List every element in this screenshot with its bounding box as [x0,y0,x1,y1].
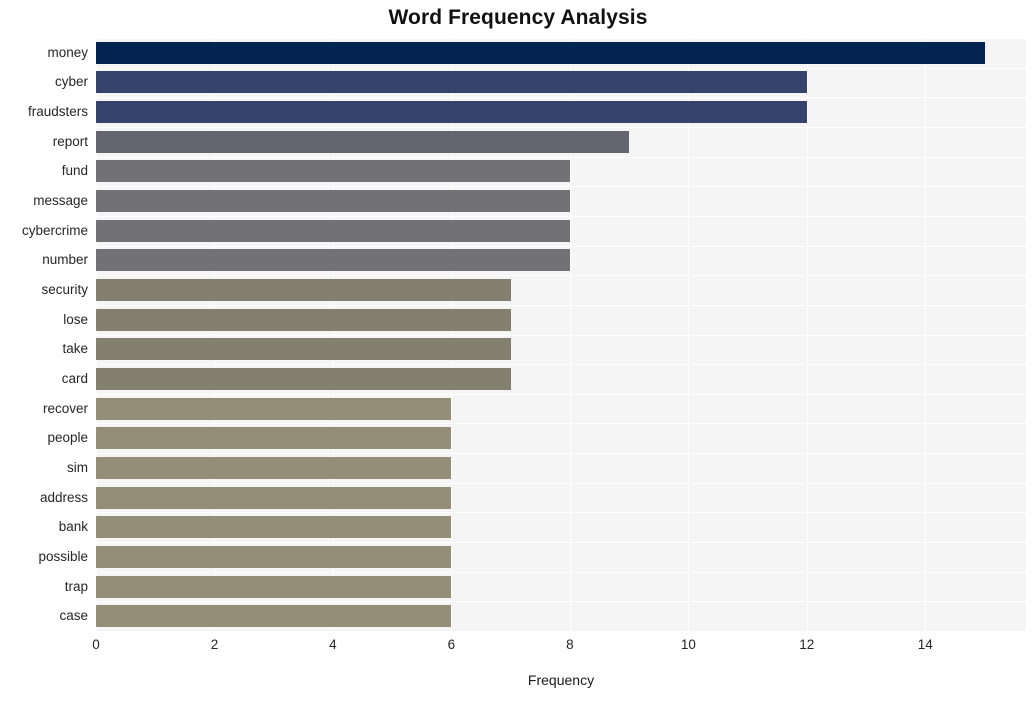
y-axis-tick-label: take [62,341,88,357]
bar [96,516,452,539]
y-gridline [96,68,1026,69]
y-axis-tick-label: card [61,370,88,386]
y-axis-tick-label: security [41,282,88,298]
bar [96,160,570,183]
y-gridline [96,216,1026,217]
y-axis-tick-label: report [52,133,88,149]
plot-area [96,38,1026,631]
y-gridline [96,246,1026,247]
y-axis-tick-label: sim [67,459,88,475]
x-axis-tick-label: 0 [92,637,100,652]
x-axis-tick-label: 2 [210,637,219,652]
bar [96,219,570,242]
bar [96,545,452,568]
y-gridline [96,601,1026,602]
bar [96,101,807,124]
x-axis-title: Frequency [527,672,595,688]
x-axis-tick-label: 12 [799,637,815,652]
y-axis-tick-label: fund [61,163,88,179]
y-axis-tick-label: message [33,193,88,209]
bar [96,605,452,628]
y-gridline [96,97,1026,98]
y-gridline [96,453,1026,454]
y-gridline [96,483,1026,484]
x-axis-tick-label: 10 [680,637,696,652]
bar [96,130,630,153]
y-axis-tick-label: possible [38,548,88,564]
bar [96,279,511,302]
y-gridline [96,275,1026,276]
y-axis-tick-label: people [47,430,88,446]
bar [96,190,570,213]
bar [96,71,807,94]
bar [96,456,452,479]
bar [96,575,452,598]
y-gridline [96,127,1026,128]
y-axis-tick-label: number [42,252,88,268]
chart-title: Word Frequency Analysis [388,6,648,29]
y-axis-tick-label: cybercrime [21,222,88,238]
y-gridline [96,335,1026,336]
y-axis-tick-label: address [39,489,88,505]
y-gridline [96,542,1026,543]
bar [96,308,511,331]
y-axis-tick-label: fraudsters [27,104,88,120]
y-axis-tick-label: cyber [54,74,88,90]
y-gridline [96,305,1026,306]
y-axis-tick-labels: money cyber fraudsters report fund message cyb… [0,38,88,631]
bar [96,427,452,450]
x-axis-tick-label: 6 [447,637,456,652]
y-gridline [96,364,1026,365]
y-gridline [96,572,1026,573]
bar [96,486,452,509]
bar [96,367,511,390]
y-gridline [96,394,1026,395]
bar [96,249,570,272]
y-axis-tick-label: money [47,44,88,60]
x-axis-tick-label: 8 [566,637,574,652]
x-axis-tick-label: 14 [917,637,933,652]
y-axis-tick-label: case [59,608,88,624]
x-axis-tick-labels: 0 2 4 6 8 10 12 14 [0,637,1036,659]
bar [96,41,985,64]
y-axis-tick-label: bank [58,519,88,535]
y-gridline [96,38,1026,39]
y-gridline [96,157,1026,158]
y-axis-tick-label: recover [42,400,88,416]
bar [96,338,511,361]
bar [96,397,452,420]
y-axis-tick-label: lose [63,311,88,327]
y-gridline [96,186,1026,187]
word-frequency-chart: Word Frequency Analysis money cyber frauds… [0,0,1036,701]
y-gridline [96,512,1026,513]
x-axis-tick-label: 4 [329,637,337,652]
y-gridline [96,423,1026,424]
y-axis-tick-label: trap [64,578,88,594]
